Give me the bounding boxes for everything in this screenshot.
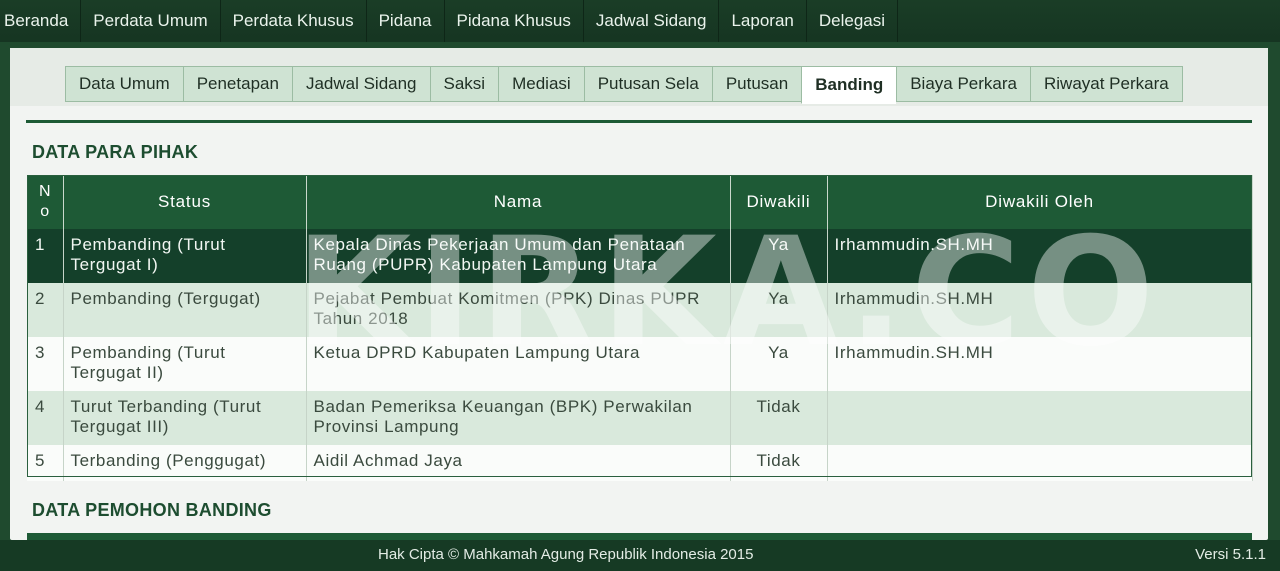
- nav-pidana-khusus[interactable]: Pidana Khusus: [445, 0, 584, 42]
- cell-status: Pembanding (Tergugat): [63, 283, 307, 337]
- cell-status: Pembanding (Turut Tergugat II): [63, 337, 307, 391]
- tab-putusan-sela[interactable]: Putusan Sela: [583, 66, 712, 102]
- header-no: No: [27, 175, 64, 229]
- cell-no: 1: [27, 229, 64, 283]
- nav-pidana[interactable]: Pidana: [367, 0, 445, 42]
- table-row[interactable]: 3 Pembanding (Turut Tergugat II) Ketua D…: [27, 337, 1253, 391]
- footer: Hak Cipta © Mahkamah Agung Republik Indo…: [0, 540, 1280, 571]
- cell-diwakili: Ya: [730, 283, 828, 337]
- cell-nama: Kepala Dinas Pekerjaan Umum dan Penataan…: [306, 229, 731, 283]
- tab-putusan[interactable]: Putusan: [711, 66, 802, 102]
- section-title-pemohon-banding: DATA PEMOHON BANDING: [32, 500, 272, 520]
- tab-mediasi[interactable]: Mediasi: [498, 66, 584, 102]
- cell-diwakili-oleh: [827, 391, 1253, 445]
- tab-jadwal-sidang[interactable]: Jadwal Sidang: [291, 66, 430, 102]
- nav-delegasi[interactable]: Delegasi: [807, 0, 899, 42]
- version-text: Versi 5.1.1: [1195, 546, 1266, 563]
- header-nama: Nama: [306, 175, 731, 229]
- table-header-row: No Status Nama Diwakili Diwakili Oleh: [27, 175, 1253, 229]
- cell-diwakili: Tidak: [730, 391, 828, 445]
- tab-penetapan[interactable]: Penetapan: [182, 66, 292, 102]
- nav-laporan[interactable]: Laporan: [719, 0, 807, 42]
- copyright-text: Hak Cipta © Mahkamah Agung Republik Indo…: [378, 546, 754, 563]
- tab-biaya-perkara[interactable]: Biaya Perkara: [896, 66, 1030, 102]
- section-title-para-pihak: DATA PARA PIHAK: [32, 142, 199, 162]
- cell-diwakili: Ya: [730, 229, 828, 283]
- cell-status: Turut Terbanding (Turut Tergugat III): [63, 391, 307, 445]
- cell-diwakili: Tidak: [730, 445, 828, 481]
- cell-nama: Badan Pemeriksa Keuangan (BPK) Perwakila…: [306, 391, 731, 445]
- cell-no: 2: [27, 283, 64, 337]
- cell-nama: Pejabat Pembuat Komitmen (PPK) Dinas PUP…: [306, 283, 731, 337]
- tab-data-umum[interactable]: Data Umum: [65, 66, 183, 102]
- cell-nama: Ketua DPRD Kabupaten Lampung Utara: [306, 337, 731, 391]
- nav-beranda[interactable]: Beranda: [0, 0, 82, 42]
- cell-nama: Aidil Achmad Jaya: [306, 445, 731, 481]
- tab-divider: [26, 120, 1252, 123]
- tab-riwayat-perkara[interactable]: Riwayat Perkara: [1030, 66, 1183, 102]
- top-navigation: Beranda Perdata Umum Perdata Khusus Pida…: [0, 0, 1280, 42]
- nav-jadwal-sidang[interactable]: Jadwal Sidang: [584, 0, 720, 42]
- table-row[interactable]: 5 Terbanding (Penggugat) Aidil Achmad Ja…: [27, 445, 1253, 481]
- tab-list: Data Umum Penetapan Jadwal Sidang Saksi …: [65, 66, 1183, 104]
- nav-perdata-umum[interactable]: Perdata Umum: [81, 0, 221, 42]
- cell-status: Terbanding (Penggugat): [63, 445, 307, 481]
- main-panel: Data Umum Penetapan Jadwal Sidang Saksi …: [10, 48, 1268, 540]
- table-row[interactable]: 1 Pembanding (Turut Tergugat I) Kepala D…: [27, 229, 1253, 283]
- cell-diwakili-oleh: Irhammudin.SH.MH: [827, 337, 1253, 391]
- header-diwakili-oleh: Diwakili Oleh: [827, 175, 1253, 229]
- cell-diwakili: Ya: [730, 337, 828, 391]
- cell-diwakili-oleh: Irhammudin.SH.MH: [827, 283, 1253, 337]
- tab-saksi[interactable]: Saksi: [429, 66, 499, 102]
- cell-diwakili-oleh: Irhammudin.SH.MH: [827, 229, 1253, 283]
- table-row[interactable]: 4 Turut Terbanding (Turut Tergugat III) …: [27, 391, 1253, 445]
- cell-no: 5: [27, 445, 64, 481]
- cell-no: 3: [27, 337, 64, 391]
- header-diwakili: Diwakili: [730, 175, 828, 229]
- cell-no: 4: [27, 391, 64, 445]
- header-status: Status: [63, 175, 307, 229]
- cell-diwakili-oleh: [827, 445, 1253, 481]
- pemohon-table-header: [27, 533, 1252, 540]
- cell-status: Pembanding (Turut Tergugat I): [63, 229, 307, 283]
- nav-perdata-khusus[interactable]: Perdata Khusus: [221, 0, 367, 42]
- parties-table: No Status Nama Diwakili Diwakili Oleh 1 …: [27, 175, 1253, 481]
- tab-banding[interactable]: Banding: [801, 66, 897, 104]
- table-row[interactable]: 2 Pembanding (Tergugat) Pejabat Pembuat …: [27, 283, 1253, 337]
